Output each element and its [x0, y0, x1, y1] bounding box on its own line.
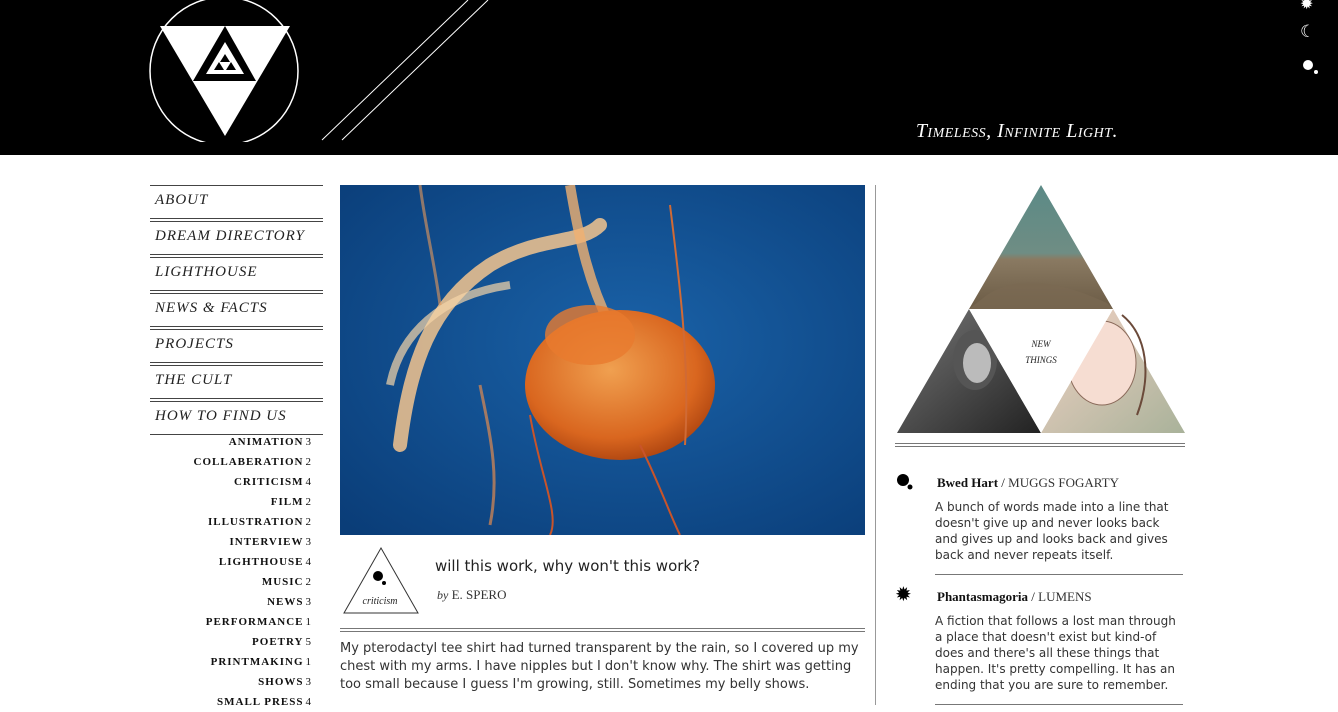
sun-icon[interactable]: ✹ [1300, 0, 1313, 13]
post-divider [340, 628, 865, 632]
moon-icon[interactable]: ☾ [1300, 22, 1315, 42]
diagonal-lines-decoration [321, 0, 489, 141]
category-item[interactable]: ILLUSTRATION 2 [150, 512, 312, 532]
nav-item-projects[interactable]: PROJECTS [150, 329, 323, 363]
feature-label-line2: THINGS [1025, 355, 1057, 365]
nav-item-lighthouse[interactable]: LIGHTHOUSE [150, 257, 323, 291]
category-item[interactable]: LIGHTHOUSE 4 [150, 552, 312, 572]
dots-icon [897, 474, 913, 490]
nav-item-about[interactable]: ABOUT [150, 185, 323, 219]
nav-item-how-to-find-us[interactable]: HOW TO FIND US [150, 401, 323, 435]
sidebar-entry-description: A bunch of words made into a line that d… [935, 500, 1169, 562]
entry-divider [935, 574, 1183, 575]
post-title[interactable]: will this work, why won't this work? [435, 557, 700, 575]
category-item[interactable]: PRINTMAKING 1 [150, 652, 312, 672]
category-item[interactable]: ANIMATION 3 [150, 432, 312, 452]
byline-prefix: by [437, 588, 449, 602]
category-item[interactable]: NEWS 3 [150, 592, 312, 612]
post-author[interactable]: E. SPERO [452, 587, 507, 602]
nav-item-dream-directory[interactable]: DREAM DIRECTORY [150, 221, 323, 255]
category-item[interactable]: COLLABERATION 2 [150, 452, 312, 472]
post-body: My pterodactyl tee shirt had turned tran… [340, 641, 859, 692]
column-divider [875, 185, 876, 705]
site-header: ✹ ☾ Timeless, Infinite Light. [0, 0, 1338, 155]
new-things-feature[interactable]: NEW THINGS [897, 185, 1187, 435]
category-item[interactable]: INTERVIEW 3 [150, 532, 312, 552]
category-item[interactable]: POETRY 5 [150, 632, 312, 652]
feature-label-line1: NEW [1031, 339, 1053, 349]
category-item[interactable]: PERFORMANCE 1 [150, 612, 312, 632]
sun-icon: ✹ [895, 582, 912, 606]
post-byline: by E. SPERO [437, 587, 506, 603]
post-hero-image[interactable] [340, 185, 865, 535]
post-category-label: criticism [363, 596, 398, 607]
category-item[interactable]: FILM 2 [150, 492, 312, 512]
nav-item-the-cult[interactable]: THE CULT [150, 365, 323, 399]
site-logo[interactable] [148, 0, 303, 142]
post-category-badge[interactable]: criticism [342, 546, 420, 616]
main-nav: ABOUT DREAM DIRECTORY LIGHTHOUSE NEWS & … [150, 185, 323, 437]
category-item[interactable]: SMALL PRESS 4 [150, 692, 312, 712]
sidebar-entry-title[interactable]: Phantasmagoria / LUMENS [937, 589, 1092, 605]
category-item[interactable]: CRITICISM 4 [150, 472, 312, 492]
nav-item-news-facts[interactable]: NEWS & FACTS [150, 293, 323, 327]
category-item[interactable]: MUSIC 2 [150, 572, 312, 592]
dots-icon[interactable] [1302, 58, 1320, 76]
site-tagline: Timeless, Infinite Light. [915, 120, 1118, 142]
category-item[interactable]: SHOWS 3 [150, 672, 312, 692]
sidebar-entry-description: A fiction that follows a lost man throug… [935, 614, 1176, 692]
sidebar-entry-title[interactable]: Bwed Hart / MUGGS FOGARTY [937, 475, 1119, 491]
category-list: ANIMATION 3 COLLABERATION 2 CRITICISM 4 FIL… [150, 432, 312, 712]
sidebar-divider [895, 443, 1185, 447]
